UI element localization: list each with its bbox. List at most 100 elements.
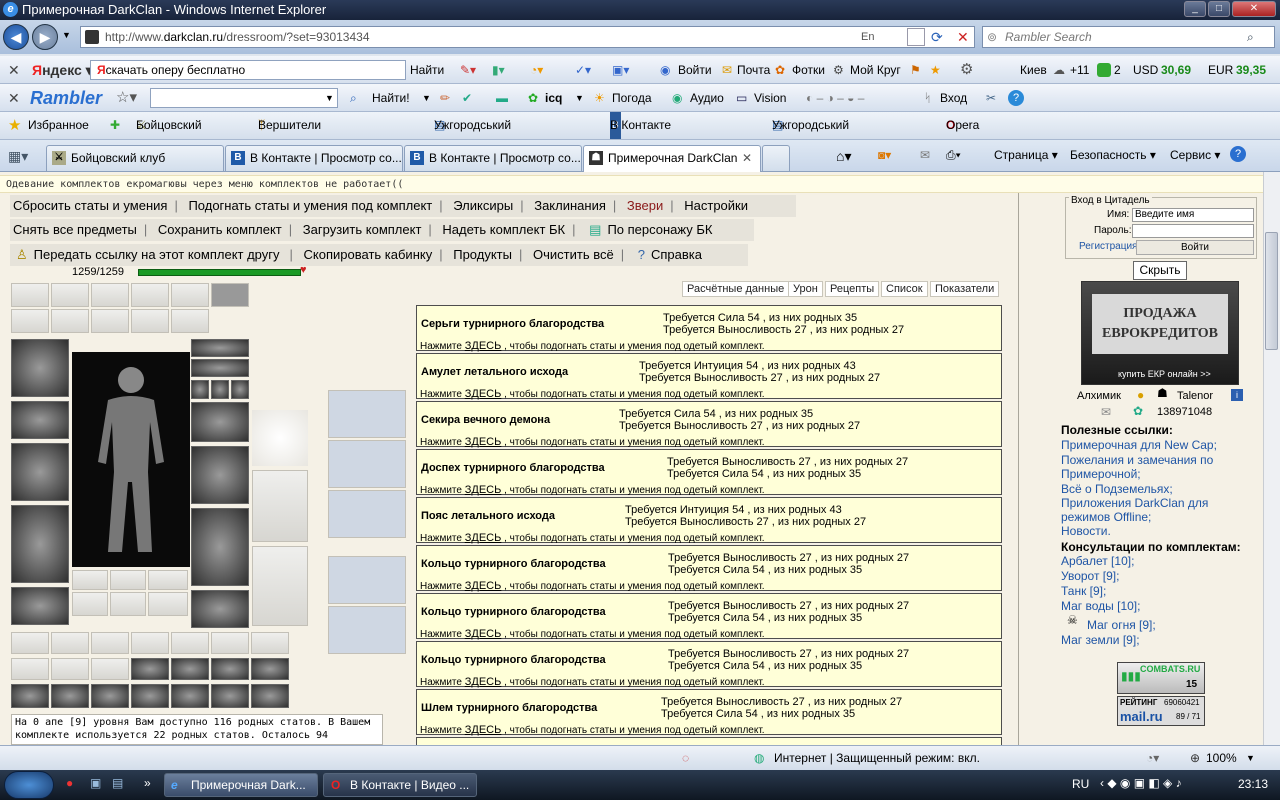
consult-link-5[interactable]: Маг земли [9]; [1061, 633, 1140, 647]
extra-slot[interactable] [11, 684, 49, 708]
highlight-icon[interactable]: ✎▾ [460, 56, 476, 84]
compat-view-icon[interactable] [907, 28, 925, 46]
rune-slot[interactable] [11, 309, 49, 333]
page-menu[interactable]: Страница ▾ [994, 148, 1058, 162]
yandex-login[interactable]: Войти [678, 56, 712, 84]
fit-stats-link[interactable]: Подогнать статы и умения под комплект [185, 198, 435, 213]
tray-icons[interactable]: ‹ ◆ ◉ ▣ ◧ ◈ ♪ [1100, 776, 1182, 790]
add-favorite-icon[interactable]: ✚ [110, 112, 120, 139]
fit-here-link[interactable]: ЗДЕСЬ [465, 388, 502, 400]
back-button[interactable]: ◀ [3, 24, 29, 50]
chat-icon[interactable]: ◔▾ [530, 56, 543, 84]
extra-slot[interactable] [51, 632, 89, 654]
user-talenor[interactable]: Talenor [1177, 390, 1213, 402]
bookmark-star-icon[interactable]: ☆▾ [116, 84, 137, 112]
copy-cabin-link[interactable]: Скопировать кабинку [301, 247, 436, 262]
tools-icons[interactable]: ◐ – ◑ – ◒ – [806, 84, 864, 112]
usd-rate[interactable]: 30,69 [1161, 56, 1191, 84]
wreath-slot[interactable] [252, 410, 308, 466]
zoom-dropdown-icon[interactable]: ▼ [1246, 746, 1255, 770]
boots-slot[interactable] [191, 590, 249, 628]
enter-button[interactable]: Войти [1136, 240, 1254, 255]
zone-text[interactable]: Интернет | Защищенный режим: вкл. [774, 746, 980, 770]
login-icon[interactable]: ◉ [660, 56, 670, 84]
small-slot[interactable] [72, 570, 108, 590]
mailru-counter[interactable]: РЕЙТИНГ 69060421 mail.ru 89 / 71 [1117, 696, 1205, 726]
spell-slot[interactable] [328, 440, 406, 488]
shirt-slot[interactable] [252, 470, 308, 542]
rambler-search-icon2[interactable]: ⌕ [350, 84, 357, 112]
rune-slot[interactable] [51, 309, 89, 333]
search-icon[interactable]: ⌕ [1247, 27, 1254, 47]
ring-slot[interactable] [211, 380, 229, 399]
flag-icon[interactable]: ⚑ [910, 56, 921, 84]
belt-slot[interactable] [11, 587, 69, 625]
extra-slot[interactable] [171, 632, 209, 654]
useful-link-2[interactable]: Всё о Подземельях; [1061, 482, 1173, 496]
extra-slot[interactable] [251, 632, 289, 654]
fit-here-link[interactable]: ЗДЕСЬ [465, 484, 502, 496]
rune-slot[interactable] [51, 283, 89, 307]
extra-slot[interactable] [211, 632, 249, 654]
fit-here-link[interactable]: ЗДЕСЬ [465, 436, 502, 448]
ring-slot[interactable] [191, 380, 209, 399]
traffic-level[interactable]: 2 [1114, 56, 1121, 84]
remove-all-link[interactable]: Снять все предметы [10, 222, 140, 237]
wear-bk-link[interactable]: Надеть комплект БК [439, 222, 568, 237]
yandex-logo[interactable]: Яндекс ▾ [32, 56, 93, 84]
small-slot[interactable] [72, 592, 108, 616]
tab-vk-2[interactable]: BВ Контакте | Просмотр со... [404, 145, 582, 171]
tab-darkclan[interactable]: ☗ Примерочная DarkClan ✕ [583, 145, 761, 172]
tab-damage[interactable]: Урон [788, 281, 823, 297]
yandex-search-input[interactable]: Я скачать оперу бесплатно [90, 60, 406, 80]
mail-icon[interactable]: ✉ [722, 56, 732, 84]
small-slot[interactable] [110, 592, 146, 616]
history-dropdown-icon[interactable]: ▼ [62, 30, 71, 40]
money-icon[interactable]: ▬ [496, 84, 508, 112]
elixirs-link[interactable]: Эликсиры [450, 198, 516, 213]
rambler-login[interactable]: Вход [940, 84, 967, 112]
mail-cmd-icon[interactable]: ✉ [920, 148, 930, 162]
consult-link-2[interactable]: Танк [9]; [1061, 584, 1106, 598]
yandex-photos[interactable]: Фотки [792, 56, 825, 84]
icq-dropdown-icon[interactable]: ▼ [575, 84, 584, 112]
tab-indicators[interactable]: Показатели [930, 281, 1000, 297]
maximize-button[interactable]: □ [1208, 1, 1230, 17]
rune-slot[interactable] [91, 309, 129, 333]
language-indicator-tray[interactable]: RU [1072, 777, 1089, 791]
audio-button[interactable]: Аудио [690, 84, 724, 112]
consult-link-1[interactable]: Уворот [9]; [1061, 569, 1119, 583]
zoom-level[interactable]: 100% [1206, 746, 1237, 770]
photos-icon[interactable]: ✿ [775, 56, 785, 84]
scrollbar-thumb[interactable] [1265, 232, 1278, 350]
small-slot[interactable] [110, 570, 146, 590]
info-icon[interactable]: i [1231, 389, 1243, 401]
extra-slot[interactable] [91, 632, 129, 654]
feeds-icon[interactable]: ◙▾ [878, 148, 891, 162]
settings-gear-icon[interactable]: ⚙ [960, 56, 973, 84]
print-icon[interactable]: ⎙▾ [946, 148, 961, 163]
eur-rate[interactable]: 39,35 [1236, 56, 1266, 84]
extra-slot[interactable] [251, 684, 289, 708]
stop-icon[interactable]: ✕ [957, 27, 969, 47]
rune-slot[interactable] [131, 283, 169, 307]
cloak-slot[interactable] [252, 546, 308, 626]
close-button[interactable]: ✕ [1232, 1, 1276, 17]
refresh-icon[interactable]: ⟳ [931, 27, 943, 47]
useful-link-3[interactable]: Приложения DarkClan для режимов Offline; [1061, 496, 1236, 524]
load-set-link[interactable]: Загрузить комплект [300, 222, 425, 237]
pet-slot[interactable] [328, 490, 406, 538]
help-cmd-icon[interactable]: ? [1230, 146, 1246, 162]
envelope-icon[interactable]: ✉ [1101, 405, 1111, 419]
fit-here-link[interactable]: ЗДЕСЬ [465, 532, 502, 544]
extra-slot[interactable] [11, 658, 49, 680]
screen-icon[interactable]: ▣▾ [612, 56, 629, 84]
favorites-label[interactable]: Избранное [28, 112, 89, 139]
fit-here-link[interactable]: ЗДЕСЬ [465, 724, 502, 736]
new-tab-button[interactable] [762, 145, 790, 171]
clear-all-link[interactable]: Очистить всё [530, 247, 617, 262]
rune-slot[interactable] [171, 283, 209, 307]
extra-slot[interactable] [251, 658, 289, 680]
find-dropdown-icon[interactable]: ▼ [422, 84, 431, 112]
weapon-slot[interactable] [11, 443, 69, 501]
